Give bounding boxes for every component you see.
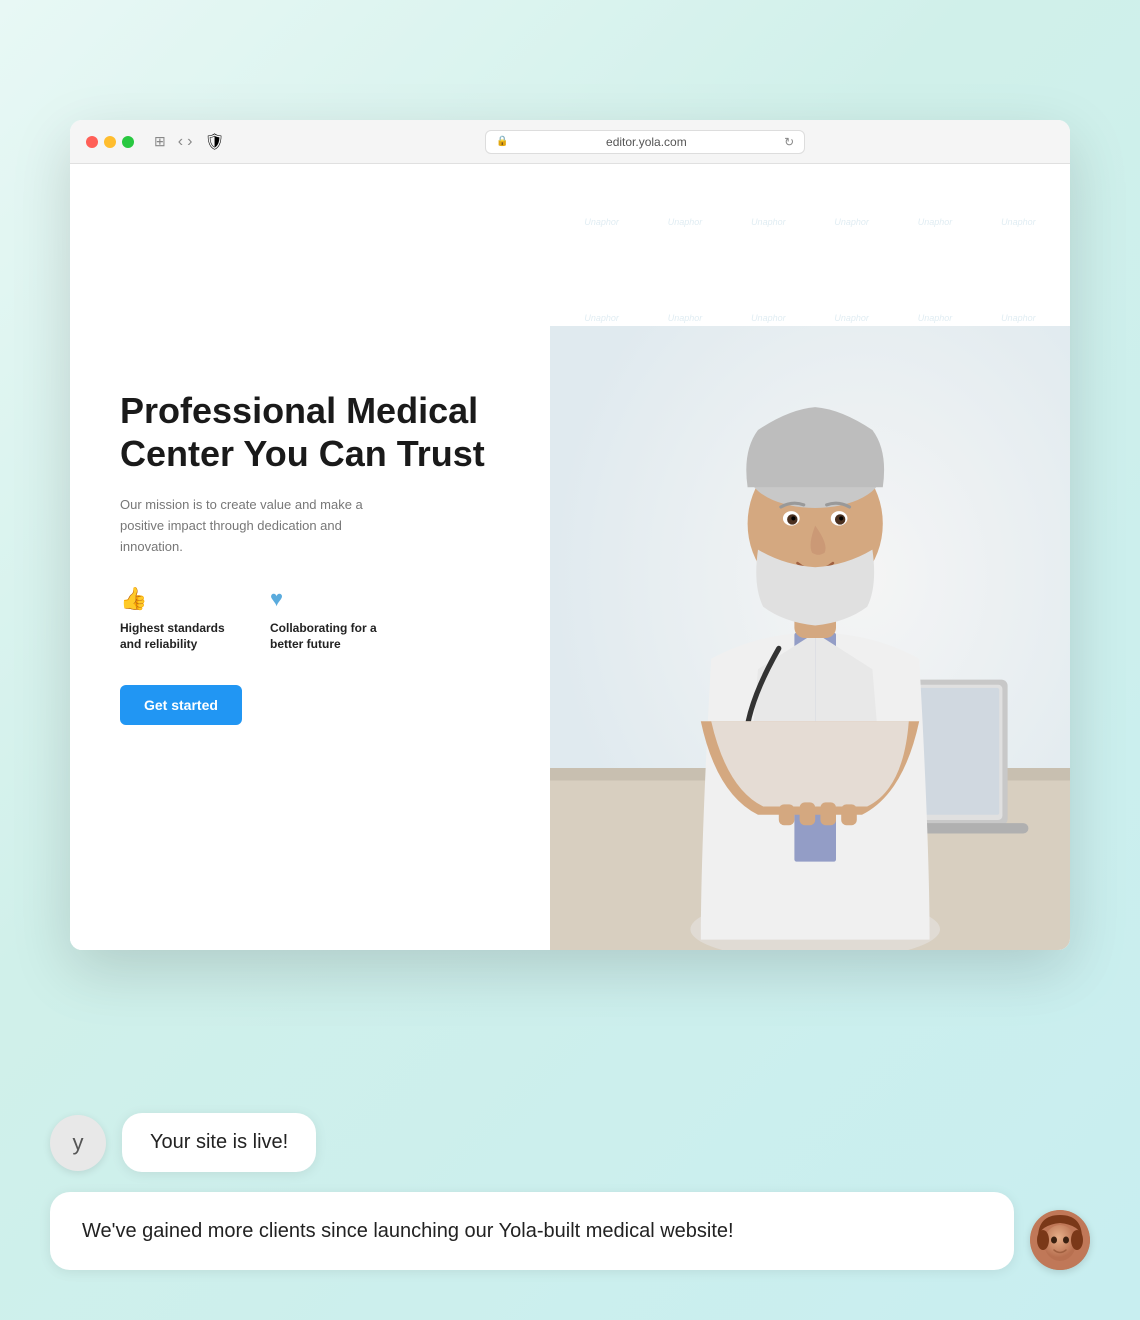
hero-description: Our mission is to create value and make … bbox=[120, 495, 380, 557]
yola-avatar: y bbox=[50, 1115, 106, 1171]
browser-window: ⊞ ‹ › 🛡 🔒 editor.yola.com ↻ Professional… bbox=[70, 120, 1070, 950]
hero-left: Professional Medical Center You Can Trus… bbox=[70, 164, 550, 950]
site-live-text: Your site is live! bbox=[150, 1131, 288, 1153]
nav-arrows: ‹ › bbox=[178, 133, 193, 151]
traffic-lights bbox=[86, 136, 134, 148]
user-avatar bbox=[1030, 1210, 1090, 1270]
hero-right: Unaphor Unaphor Unaphor Unaphor Unaphor … bbox=[550, 164, 1070, 950]
chat-section: y Your site is live! We've gained more c… bbox=[50, 1113, 1090, 1270]
sidebar-toggle-icon[interactable]: ⊞ bbox=[154, 133, 166, 150]
feature-collaboration: ♥ Collaborating for a better future bbox=[270, 586, 390, 654]
feature-collaboration-label: Collaborating for a better future bbox=[270, 620, 390, 654]
feature-standards-label: Highest standards and reliability bbox=[120, 620, 240, 654]
address-bar[interactable]: 🔒 editor.yola.com ↻ bbox=[485, 130, 805, 154]
close-button[interactable] bbox=[86, 136, 98, 148]
testimonial-row: We've gained more clients since launchin… bbox=[50, 1192, 1090, 1270]
get-started-button[interactable]: Get started bbox=[120, 685, 242, 725]
reload-icon[interactable]: ↻ bbox=[784, 135, 794, 149]
shield-icon: 🛡 bbox=[204, 132, 224, 152]
browser-toolbar: ⊞ ‹ › 🛡 🔒 editor.yola.com ↻ bbox=[70, 120, 1070, 164]
hero-title: Professional Medical Center You Can Trus… bbox=[120, 389, 500, 475]
minimize-button[interactable] bbox=[104, 136, 116, 148]
back-button[interactable]: ‹ bbox=[178, 133, 183, 151]
yola-logo-letter: y bbox=[73, 1130, 84, 1156]
user-avatar-svg bbox=[1030, 1210, 1090, 1270]
testimonial-text: We've gained more clients since launchin… bbox=[82, 1220, 734, 1242]
testimonial-bubble: We've gained more clients since launchin… bbox=[50, 1192, 1014, 1270]
hero-section: Professional Medical Center You Can Trus… bbox=[70, 164, 1070, 950]
hero-features: 👍 Highest standards and reliability ♥ Co… bbox=[120, 586, 500, 654]
thumbsup-icon: 👍 bbox=[120, 586, 240, 612]
heart-icon: ♥ bbox=[270, 586, 390, 612]
site-live-row: y Your site is live! bbox=[50, 1113, 1090, 1172]
browser-content: Professional Medical Center You Can Trus… bbox=[70, 164, 1070, 950]
site-live-bubble: Your site is live! bbox=[122, 1113, 316, 1172]
lock-icon: 🔒 bbox=[496, 136, 508, 147]
maximize-button[interactable] bbox=[122, 136, 134, 148]
url-text: editor.yola.com bbox=[515, 135, 778, 149]
doctor-illustration bbox=[550, 164, 1070, 950]
feature-standards: 👍 Highest standards and reliability bbox=[120, 586, 240, 654]
forward-button[interactable]: › bbox=[187, 133, 192, 151]
